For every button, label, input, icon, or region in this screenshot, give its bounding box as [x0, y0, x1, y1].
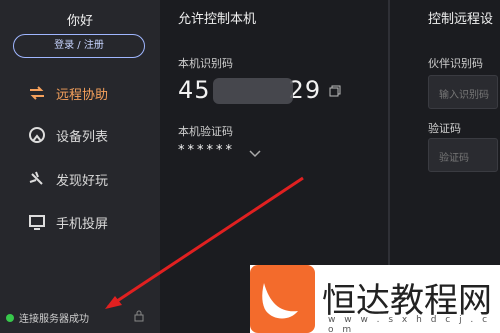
watermark-url: w w w . s x h d c j . c o m	[328, 315, 491, 333]
watermark-logo: 恒达教程网 w w w . s x h d c j . c o m	[250, 265, 500, 333]
logo-mark-icon	[250, 265, 315, 333]
